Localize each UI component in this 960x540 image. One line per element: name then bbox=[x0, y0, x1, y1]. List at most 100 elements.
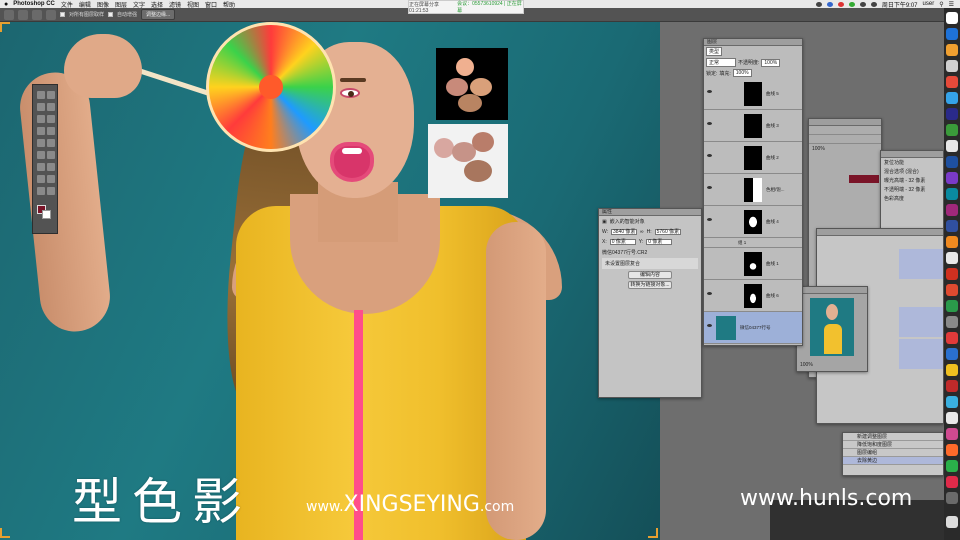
hand-tool-icon[interactable] bbox=[37, 187, 45, 195]
user-name[interactable]: user bbox=[923, 1, 935, 7]
layer-group-row[interactable]: 组 1 bbox=[704, 238, 802, 248]
menu-help[interactable]: 帮助 bbox=[223, 0, 235, 9]
app-icon[interactable] bbox=[946, 140, 958, 152]
search-icon[interactable]: ⚲ bbox=[939, 1, 943, 8]
app-icon[interactable] bbox=[946, 428, 958, 440]
layer-mask-thumbnail[interactable] bbox=[744, 284, 762, 308]
crop-tool-icon[interactable] bbox=[37, 115, 45, 123]
trash-icon[interactable] bbox=[946, 516, 958, 528]
layer-row[interactable]: 色相/饱... bbox=[704, 174, 802, 206]
width-field[interactable]: 3840 像素 bbox=[611, 229, 638, 235]
app-icon[interactable] bbox=[946, 396, 958, 408]
filter-kind-select[interactable]: 类型 bbox=[706, 47, 723, 56]
layer-name[interactable]: 曲线 6 bbox=[766, 293, 779, 299]
app-icon[interactable] bbox=[946, 204, 958, 216]
status-icon[interactable] bbox=[848, 1, 855, 7]
visibility-eye-icon[interactable] bbox=[707, 90, 712, 93]
sample-all-checkbox[interactable] bbox=[60, 12, 65, 17]
dodge-tool-icon[interactable] bbox=[37, 163, 45, 171]
history-item[interactable]: 混合选项 (混合) bbox=[881, 167, 943, 176]
layer-name[interactable]: 组 1 bbox=[738, 240, 746, 246]
brush-add-icon[interactable] bbox=[32, 9, 42, 20]
app-icon[interactable] bbox=[946, 332, 958, 344]
history-item[interactable]: 曝光高端 - 32 像素 bbox=[881, 176, 943, 185]
menu-image[interactable]: 图像 bbox=[97, 0, 109, 9]
layer-mask-thumbnail[interactable] bbox=[744, 114, 762, 138]
clock[interactable]: 周日下午9:07 bbox=[882, 0, 918, 9]
brush-size-icon[interactable] bbox=[18, 9, 28, 20]
volume-icon[interactable] bbox=[870, 1, 877, 7]
panel-row[interactable] bbox=[809, 135, 881, 144]
app-icon[interactable] bbox=[946, 60, 958, 72]
app-icon[interactable] bbox=[946, 76, 958, 88]
color-fill-swatch[interactable] bbox=[849, 175, 879, 183]
layer-name[interactable]: 曲线 4 bbox=[766, 219, 779, 225]
layer-mask-thumbnail[interactable] bbox=[744, 82, 762, 106]
layer-name[interactable]: 曲线 3 bbox=[766, 123, 779, 129]
app-icon[interactable] bbox=[946, 172, 958, 184]
ps-app-icon[interactable] bbox=[946, 28, 958, 40]
layers-title[interactable]: 图层 bbox=[704, 39, 802, 46]
menu-select[interactable]: 选择 bbox=[151, 0, 163, 9]
history-item[interactable]: 色彩高度 bbox=[881, 194, 943, 203]
app-icon[interactable] bbox=[946, 252, 958, 264]
visibility-eye-icon[interactable] bbox=[707, 122, 712, 125]
history-item[interactable]: 复位功能 bbox=[881, 158, 943, 167]
layer-row[interactable]: 曲线 3 bbox=[704, 110, 802, 142]
wifi-icon[interactable] bbox=[859, 1, 866, 7]
layer-name[interactable]: 曲线 2 bbox=[766, 155, 779, 161]
type-tool-icon[interactable] bbox=[37, 175, 45, 183]
app-icon[interactable] bbox=[946, 284, 958, 296]
quick-select-tool-icon[interactable] bbox=[4, 9, 14, 20]
navigator-preview[interactable] bbox=[810, 298, 854, 356]
app-icon[interactable] bbox=[946, 476, 958, 488]
visibility-eye-icon[interactable] bbox=[707, 218, 712, 221]
layer-row[interactable]: 曲线 4 bbox=[704, 206, 802, 238]
selected-row[interactable] bbox=[899, 339, 943, 369]
move-tool-icon[interactable] bbox=[37, 91, 45, 99]
panel-tab[interactable] bbox=[809, 119, 881, 126]
panel-tab[interactable] bbox=[817, 229, 943, 236]
layer-mask-thumbnail[interactable] bbox=[744, 178, 762, 202]
blend-mode-select[interactable]: 正常 bbox=[706, 58, 736, 67]
eyedropper-icon[interactable] bbox=[47, 115, 55, 123]
selected-row[interactable] bbox=[899, 307, 943, 337]
layer-name[interactable]: 曲线 5 bbox=[766, 91, 779, 97]
auto-enhance-checkbox[interactable] bbox=[108, 12, 114, 17]
panel-row[interactable] bbox=[809, 126, 881, 135]
navigator-zoom[interactable]: 100% bbox=[800, 362, 813, 368]
menu-file[interactable]: 文件 bbox=[61, 0, 73, 9]
layer-thumbnail[interactable] bbox=[716, 316, 736, 340]
app-icon[interactable] bbox=[946, 316, 958, 328]
screen-share-banner[interactable]: 正在屏幕分享 01:21:53 会议：05573610924 | 正在屏幕 bbox=[408, 0, 524, 14]
brush-tool-icon[interactable] bbox=[47, 127, 55, 135]
app-icon[interactable] bbox=[946, 460, 958, 472]
navigator-tab[interactable] bbox=[797, 287, 867, 294]
edit-contents-button[interactable]: 编辑内容 bbox=[628, 271, 672, 279]
app-icon[interactable] bbox=[946, 348, 958, 360]
layer-name[interactable]: 色相/饱... bbox=[766, 187, 785, 193]
height-field[interactable]: 5760 像素 bbox=[654, 229, 681, 235]
app-icon[interactable] bbox=[946, 44, 958, 56]
opacity-field[interactable]: 100% bbox=[761, 58, 781, 67]
history-brush-icon[interactable] bbox=[47, 139, 55, 147]
layer-name[interactable]: 曲线 1 bbox=[766, 261, 779, 267]
document-canvas[interactable]: 型色影 www.XINGSEYING.com bbox=[0, 22, 660, 540]
app-icon[interactable] bbox=[946, 268, 958, 280]
menu-view[interactable]: 视图 bbox=[187, 0, 199, 9]
menu-window[interactable]: 窗口 bbox=[205, 0, 217, 9]
zoom-readout[interactable]: 100% bbox=[809, 144, 881, 154]
app-icon[interactable] bbox=[946, 444, 958, 456]
refine-edge-button[interactable]: 调整边缘... bbox=[141, 9, 176, 20]
background-color-swatch[interactable] bbox=[42, 210, 51, 219]
menu-type[interactable]: 文字 bbox=[133, 0, 145, 9]
history-tab[interactable] bbox=[881, 151, 943, 158]
clone-stamp-icon[interactable] bbox=[37, 139, 45, 147]
app-icon[interactable] bbox=[946, 412, 958, 424]
app-icon[interactable] bbox=[946, 92, 958, 104]
x-field[interactable]: 0 像素 bbox=[609, 239, 636, 245]
visibility-eye-icon[interactable] bbox=[707, 154, 712, 157]
menu-edit[interactable]: 编辑 bbox=[79, 0, 91, 9]
fill-field[interactable]: 100% bbox=[732, 69, 752, 77]
eraser-tool-icon[interactable] bbox=[37, 151, 45, 159]
